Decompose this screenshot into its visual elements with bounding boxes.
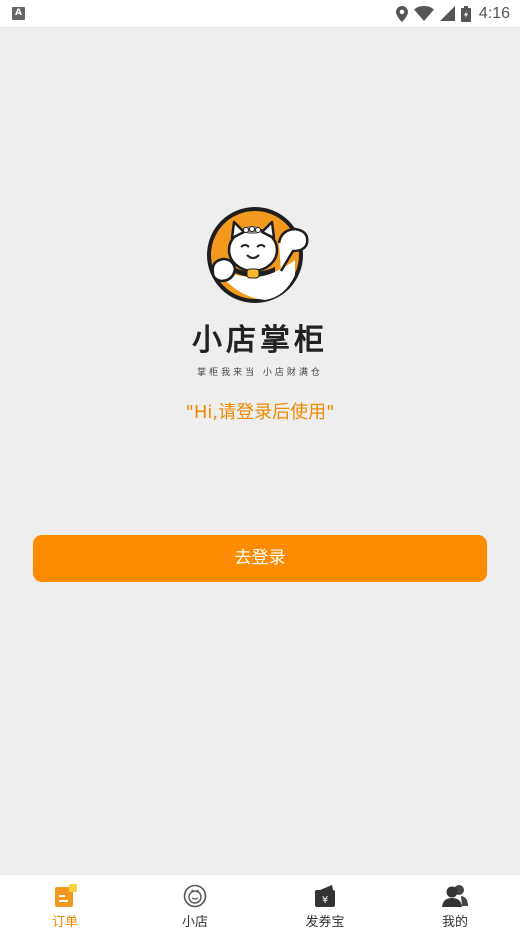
battery-charging-icon	[460, 5, 471, 22]
tab-mine[interactable]: 我的	[390, 875, 520, 936]
user-group-icon	[442, 885, 468, 907]
clock: 4:16	[478, 4, 510, 22]
shop-icon	[183, 884, 207, 908]
status-bar: A 4:16	[0, 0, 520, 28]
lucky-cat-logo-icon	[207, 207, 309, 303]
bottom-tab-bar: 订单 小店 ¥ 发券宝 我的	[0, 874, 520, 936]
cell-signal-icon	[439, 6, 455, 21]
tab-label: 小店	[181, 915, 208, 930]
tab-coupons[interactable]: ¥ 发券宝	[260, 875, 390, 936]
tab-label: 订单	[51, 915, 78, 930]
svg-text:¥: ¥	[322, 895, 328, 906]
login-button[interactable]: 去登录	[33, 535, 487, 582]
tab-orders[interactable]: 订单	[0, 875, 130, 936]
wifi-icon	[413, 6, 434, 21]
tab-shop[interactable]: 小店	[130, 875, 260, 936]
coupon-wallet-icon: ¥	[315, 885, 335, 907]
brand-slogan: 掌柜我来当 小店财满仓	[197, 368, 323, 378]
login-prompt: "Hi,请登录后使用"	[185, 402, 335, 423]
app-notification-icon: A	[12, 7, 25, 20]
tab-label: 发券宝	[305, 915, 345, 930]
tab-label: 我的	[441, 915, 468, 930]
order-icon	[55, 884, 77, 907]
brand-block: 小店掌柜 掌柜我来当 小店财满仓	[0, 205, 520, 378]
location-icon	[395, 5, 408, 22]
brand-title: 小店掌柜	[192, 323, 328, 358]
